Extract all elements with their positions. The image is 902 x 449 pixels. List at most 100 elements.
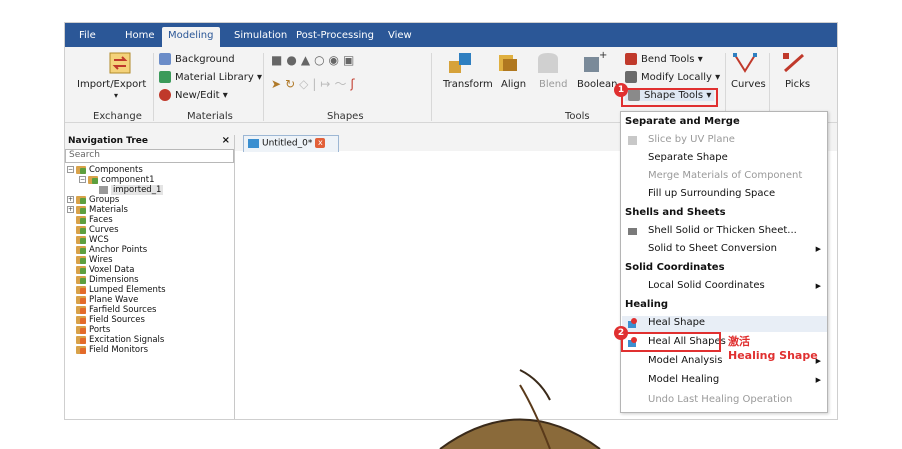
solid-icon bbox=[99, 185, 108, 194]
tree-item-lumped-elements[interactable]: Lumped Elements bbox=[65, 285, 234, 295]
folder-icon bbox=[76, 255, 86, 264]
collapse-icon[interactable]: − bbox=[67, 166, 74, 173]
annotation-healing-shape: Healing Shape bbox=[728, 349, 818, 362]
modify-locally-button[interactable]: Modify Locally ▾ bbox=[625, 71, 720, 83]
tree-list: − Components − component1 imported_1 + Grou… bbox=[65, 163, 234, 355]
sphere-icon[interactable]: ○ bbox=[314, 53, 328, 67]
modify-locally-icon bbox=[625, 71, 637, 83]
menu-item-shell-solid[interactable]: Shell Solid or Thicken Sheet... bbox=[648, 225, 797, 236]
curves-button[interactable]: Curves bbox=[731, 79, 766, 90]
wire-icon[interactable]: ～ bbox=[334, 77, 350, 91]
menu-item-local-solid-coordinates[interactable]: Local Solid Coordinates bbox=[648, 280, 765, 291]
modify-locally-label: Modify Locally bbox=[641, 72, 712, 83]
tab-simulation[interactable]: Simulation bbox=[234, 28, 287, 47]
transform-icon bbox=[449, 53, 471, 73]
menu-item-solid-to-sheet[interactable]: Solid to Sheet Conversion bbox=[648, 243, 777, 254]
close-icon[interactable]: × bbox=[222, 135, 230, 146]
background-label: Background bbox=[175, 54, 235, 65]
step-badge-2: 2 bbox=[614, 326, 628, 340]
align-button[interactable]: Align bbox=[501, 79, 526, 90]
tree-item-ports[interactable]: Ports bbox=[65, 325, 234, 335]
tree-item-imported-1[interactable]: imported_1 bbox=[65, 185, 234, 195]
document-tab[interactable]: Untitled_0* x bbox=[243, 135, 339, 152]
cone-icon[interactable]: ▲ bbox=[301, 53, 314, 67]
extrude-icon[interactable]: ▣ bbox=[343, 53, 358, 67]
tree-item-excitation-signals[interactable]: Excitation Signals bbox=[65, 335, 234, 345]
tree-item-field-sources[interactable]: Field Sources bbox=[65, 315, 234, 325]
tab-modeling[interactable]: Modeling bbox=[162, 27, 220, 47]
expand-icon[interactable]: + bbox=[67, 196, 74, 203]
material-library-button[interactable]: Material Library ▾ bbox=[159, 71, 262, 83]
tools-group-label: Tools bbox=[565, 111, 590, 122]
tree-item-label: Ports bbox=[89, 325, 111, 335]
tree-item-label: component1 bbox=[101, 175, 155, 185]
folder-icon bbox=[76, 325, 86, 334]
tree-item-dimensions[interactable]: Dimensions bbox=[65, 275, 234, 285]
tree-item-groups[interactable]: + Groups bbox=[65, 195, 234, 205]
tree-item-plane-wave[interactable]: Plane Wave bbox=[65, 295, 234, 305]
search-input[interactable]: Search bbox=[65, 149, 234, 163]
import-export-dropdown-icon[interactable]: ▾ bbox=[114, 91, 118, 100]
tree-item-faces[interactable]: Faces bbox=[65, 215, 234, 225]
group-separator bbox=[263, 53, 264, 121]
picks-button[interactable]: Picks bbox=[785, 79, 810, 90]
tree-item-label: Wires bbox=[89, 255, 113, 265]
document-icon bbox=[248, 138, 259, 148]
menu-item-merge-materials[interactable]: Merge Materials of Component bbox=[648, 170, 802, 181]
folder-icon bbox=[76, 225, 86, 234]
tree-item-curves[interactable]: Curves bbox=[65, 225, 234, 235]
tree-item-wires[interactable]: Wires bbox=[65, 255, 234, 265]
bend-tools-button[interactable]: Bend Tools ▾ bbox=[625, 53, 703, 65]
rotate-profile-icon[interactable]: ↻ bbox=[285, 77, 299, 91]
tab-home[interactable]: Home bbox=[125, 28, 155, 47]
navigation-tree-title: Navigation Tree bbox=[68, 136, 148, 146]
loft-icon[interactable]: ◇ bbox=[299, 77, 312, 91]
collapse-icon[interactable]: − bbox=[79, 176, 86, 183]
tree-item-materials[interactable]: + Materials bbox=[65, 205, 234, 215]
shape-tools-row[interactable]: ➤↻◇|↦～ʃ bbox=[271, 75, 359, 92]
menu-item-slice-by-uv-plane[interactable]: Slice by UV Plane bbox=[648, 134, 735, 145]
new-edit-button[interactable]: New/Edit ▾ bbox=[159, 89, 228, 101]
tab-view[interactable]: View bbox=[388, 28, 412, 47]
tree-item-component1[interactable]: − component1 bbox=[65, 175, 234, 185]
shape-primitives-row[interactable]: ■●▲○◉▣ bbox=[271, 53, 358, 67]
tree-item-label: Curves bbox=[89, 225, 119, 235]
transform-button[interactable]: Transform bbox=[443, 79, 493, 90]
tree-item-field-monitors[interactable]: Field Monitors bbox=[65, 345, 234, 355]
tree-item-label: Components bbox=[89, 165, 143, 175]
menu-item-fill-up-surrounding-space[interactable]: Fill up Surrounding Space bbox=[648, 188, 775, 199]
picks-icon bbox=[783, 53, 804, 73]
material-library-label: Material Library bbox=[175, 72, 254, 83]
tree-item-label: Voxel Data bbox=[89, 265, 135, 275]
background-button[interactable]: Background bbox=[159, 53, 235, 65]
blend-button[interactable]: Blend bbox=[539, 79, 567, 90]
tree-item-label: imported_1 bbox=[111, 185, 164, 195]
torus-icon[interactable]: ◉ bbox=[329, 53, 343, 67]
bond-wire-icon[interactable]: ʃ bbox=[350, 77, 358, 91]
tree-item-label: Dimensions bbox=[89, 275, 139, 285]
document-tab-title: Untitled_0* bbox=[262, 138, 313, 149]
brick-icon[interactable]: ■ bbox=[271, 53, 286, 67]
import-export-button[interactable]: Import/Export bbox=[77, 79, 146, 90]
tree-item-voxel-data[interactable]: Voxel Data bbox=[65, 265, 234, 275]
cylinder-icon[interactable]: ● bbox=[286, 53, 300, 67]
shape-tools-highlight-box bbox=[621, 88, 718, 107]
tree-item-wcs[interactable]: WCS bbox=[65, 235, 234, 245]
tab-file[interactable]: File bbox=[79, 28, 96, 47]
boolean-button[interactable]: Boolean bbox=[577, 79, 618, 90]
extrude-profile-icon[interactable]: ➤ bbox=[271, 77, 285, 91]
menu-bar: File Home Modeling Simulation Post-Proce… bbox=[65, 23, 837, 47]
close-tab-icon[interactable]: x bbox=[315, 138, 326, 148]
submenu-arrow-icon: ▶ bbox=[815, 376, 821, 384]
tree-item-anchor-points[interactable]: Anchor Points bbox=[65, 245, 234, 255]
menu-item-undo-last-healing[interactable]: Undo Last Healing Operation bbox=[648, 394, 792, 405]
menu-item-heal-shape[interactable]: Heal Shape bbox=[648, 317, 705, 328]
tab-post-processing[interactable]: Post-Processing bbox=[296, 28, 374, 47]
folder-icon bbox=[76, 165, 86, 174]
sweep-icon[interactable]: |↦ bbox=[312, 77, 334, 91]
section-shells-and-sheets: Shells and Sheets bbox=[625, 207, 726, 218]
tree-item-components[interactable]: − Components bbox=[65, 165, 234, 175]
tree-item-farfield-sources[interactable]: Farfield Sources bbox=[65, 305, 234, 315]
menu-item-separate-shape[interactable]: Separate Shape bbox=[648, 152, 728, 163]
expand-icon[interactable]: + bbox=[67, 206, 74, 213]
